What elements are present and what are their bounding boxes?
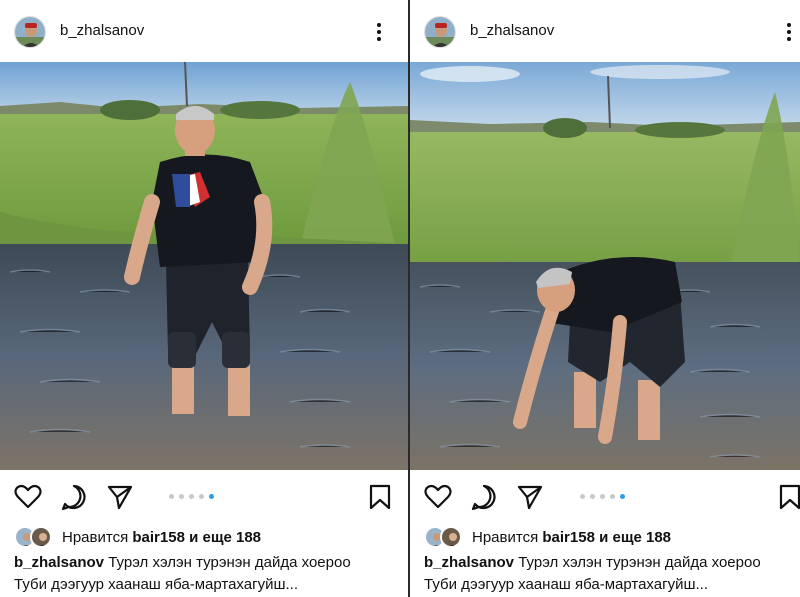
post-caption: b_zhalsanov Турэл хэлэн турэнэн дайда хо…	[14, 552, 402, 596]
post-actions	[0, 478, 408, 516]
post-header: b_zhalsanov	[0, 0, 408, 62]
instagram-post-left: b_zhalsanov Нравится bair158 и еще 188 b…	[0, 0, 408, 597]
likes-count[interactable]: и еще 188	[599, 529, 671, 546]
more-vertical-icon[interactable]	[784, 20, 794, 44]
post-photo[interactable]	[0, 62, 408, 470]
likes-count[interactable]: и еще 188	[189, 529, 261, 546]
paper-plane-icon[interactable]	[516, 483, 544, 511]
caption-username[interactable]: b_zhalsanov	[424, 554, 514, 571]
carousel-dot	[610, 494, 615, 499]
carousel-dot	[189, 494, 194, 499]
likes-prefix: Нравится	[62, 528, 129, 546]
likes-prefix: Нравится	[472, 528, 539, 546]
carousel-dot-active	[620, 494, 625, 499]
liker-avatar	[440, 526, 462, 548]
carousel-indicator	[169, 494, 214, 500]
bookmark-icon[interactable]	[776, 483, 800, 511]
carousel-dot	[199, 494, 204, 499]
likes-user[interactable]: bair158	[132, 529, 185, 546]
caption-username[interactable]: b_zhalsanov	[14, 554, 104, 571]
paper-plane-icon[interactable]	[106, 483, 134, 511]
caption-line-2[interactable]: Туби дээгуур хаанаш яба-мартахагуйш...	[424, 574, 794, 596]
instagram-post-right: b_zhalsanov Нравится bair158 и еще 188 b…	[410, 0, 800, 597]
post-actions	[410, 478, 800, 516]
carousel-indicator	[580, 494, 625, 500]
carousel-dot	[169, 494, 174, 499]
carousel-dot-active	[209, 494, 214, 499]
heart-icon[interactable]	[424, 483, 452, 511]
liker-avatar	[30, 526, 52, 548]
post-photo[interactable]	[410, 62, 800, 470]
post-header: b_zhalsanov	[410, 0, 800, 62]
avatar[interactable]	[14, 16, 46, 48]
liker-avatars[interactable]	[424, 526, 466, 548]
comment-bubble-icon[interactable]	[60, 483, 88, 511]
carousel-dot	[600, 494, 605, 499]
more-vertical-icon[interactable]	[374, 20, 384, 44]
likes-row: Нравится bair158 и еще 188	[14, 524, 408, 550]
carousel-dot	[580, 494, 585, 499]
liker-avatars[interactable]	[14, 526, 56, 548]
heart-icon[interactable]	[14, 483, 42, 511]
bookmark-icon[interactable]	[366, 483, 394, 511]
caption-line-2[interactable]: Туби дээгуур хаанаш яба-мартахагуйш...	[14, 574, 402, 596]
post-username[interactable]: b_zhalsanov	[60, 22, 144, 39]
carousel-dot	[590, 494, 595, 499]
likes-user[interactable]: bair158	[542, 529, 595, 546]
likes-row: Нравится bair158 и еще 188	[424, 524, 800, 550]
caption-line-1: Турэл хэлэн турэнэн дайда хоероо	[518, 554, 761, 571]
avatar[interactable]	[424, 16, 456, 48]
carousel-dot	[179, 494, 184, 499]
post-caption: b_zhalsanov Турэл хэлэн турэнэн дайда хо…	[424, 552, 794, 596]
post-username[interactable]: b_zhalsanov	[470, 22, 554, 39]
caption-line-1: Турэл хэлэн турэнэн дайда хоероо	[108, 554, 351, 571]
comment-bubble-icon[interactable]	[470, 483, 498, 511]
